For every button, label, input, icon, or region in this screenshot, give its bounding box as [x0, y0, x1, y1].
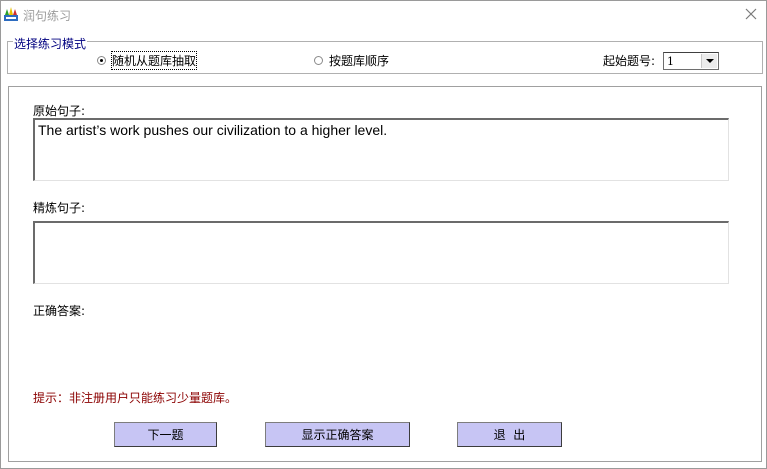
practice-window: 润句练习 选择练习模式 随机从题库抽取 按题库顺序 起始题号: 1 原始句子: … [0, 0, 767, 469]
show-answer-button[interactable]: 显示正确答案 [265, 422, 410, 447]
next-question-button[interactable]: 下一题 [114, 422, 217, 447]
original-sentence-box: The artist’s work pushes our civilizatio… [33, 118, 729, 181]
radio-sequential[interactable]: 按题库顺序 [314, 52, 389, 68]
radio-random[interactable]: 随机从题库抽取 [97, 50, 198, 70]
start-number-label: 起始题号: [603, 54, 656, 68]
registration-hint: 提示：非注册用户只能练习少量题库。 [33, 391, 238, 405]
mode-legend: 选择练习模式 [13, 35, 88, 52]
correct-answer-label: 正确答案: [33, 304, 86, 318]
exit-button[interactable]: 退 出 [457, 422, 562, 447]
start-number-value: 1 [667, 55, 674, 68]
chevron-down-icon[interactable] [701, 54, 717, 68]
original-sentence-label: 原始句子: [33, 104, 86, 118]
correct-answer-text [33, 321, 729, 371]
start-number-select[interactable]: 1 [663, 52, 719, 70]
radio-random-label: 随机从题库抽取 [110, 50, 198, 70]
title-bar: 润句练习 [1, 1, 766, 29]
app-icon [4, 7, 18, 21]
radio-unselected-icon [314, 55, 323, 65]
refined-sentence-label: 精炼句子: [33, 201, 86, 215]
refined-sentence-input[interactable] [33, 221, 729, 284]
radio-selected-icon [97, 55, 106, 65]
radio-sequential-label: 按题库顺序 [329, 53, 390, 68]
window-title: 润句练习 [23, 9, 72, 23]
close-icon[interactable] [742, 5, 760, 23]
